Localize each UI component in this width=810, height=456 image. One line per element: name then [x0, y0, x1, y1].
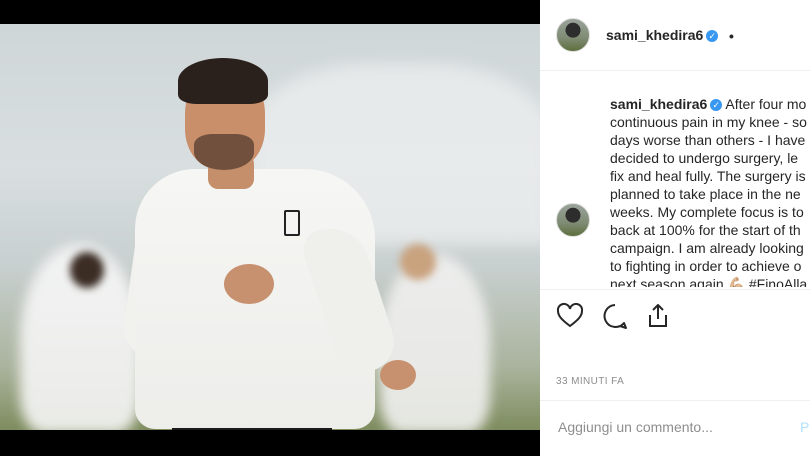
caption-line: next season again 💪🏼 #FinoAlla [610, 276, 808, 287]
post-side-panel: sami_khedira6 ✓ • sami_khedira6 ✓ After fo… [540, 0, 810, 456]
caption-line: weeks. My complete focus is to [610, 204, 804, 220]
post-timestamp[interactable]: 33 MINUTI FA [556, 376, 624, 387]
post-photo[interactable] [0, 24, 540, 430]
caption-line: decided to undergo surgery, le [610, 150, 799, 166]
heart-icon[interactable] [556, 302, 584, 330]
divider [540, 400, 810, 401]
caption-line: planned to take place in the ne [610, 186, 801, 202]
author-username[interactable]: sami_khedira6 ✓ [606, 27, 719, 43]
post-caption: sami_khedira6 ✓ After four mo continuous … [610, 95, 810, 287]
comment-bubble-icon[interactable] [601, 302, 629, 330]
caption-line: days worse than others - I have [610, 132, 806, 148]
divider [540, 289, 810, 290]
verified-badge-icon: ✓ [706, 30, 719, 42]
comment-input[interactable]: Aggiungi un commento... [558, 419, 713, 435]
caption-line: After four mo [725, 96, 807, 112]
caption-line: campaign. I am already looking [610, 240, 804, 256]
publish-button[interactable]: P [800, 419, 809, 435]
post-media [0, 0, 540, 456]
caption-author-avatar[interactable] [556, 203, 590, 237]
author-avatar[interactable] [556, 18, 590, 52]
caption-line: fix and heal fully. The surgery is [610, 168, 806, 184]
share-icon[interactable] [644, 302, 672, 330]
more-options-dot[interactable]: • [729, 28, 734, 44]
juventus-logo [284, 210, 300, 236]
post-header: sami_khedira6 ✓ • [540, 0, 810, 71]
caption-line: back at 100% for the start of th [610, 222, 801, 238]
caption-line: to fighting in order to achieve o [610, 258, 802, 274]
verified-badge-icon: ✓ [710, 99, 723, 111]
caption-username[interactable]: sami_khedira6 [610, 96, 707, 112]
caption-line: continuous pain in my knee - so [610, 114, 807, 130]
